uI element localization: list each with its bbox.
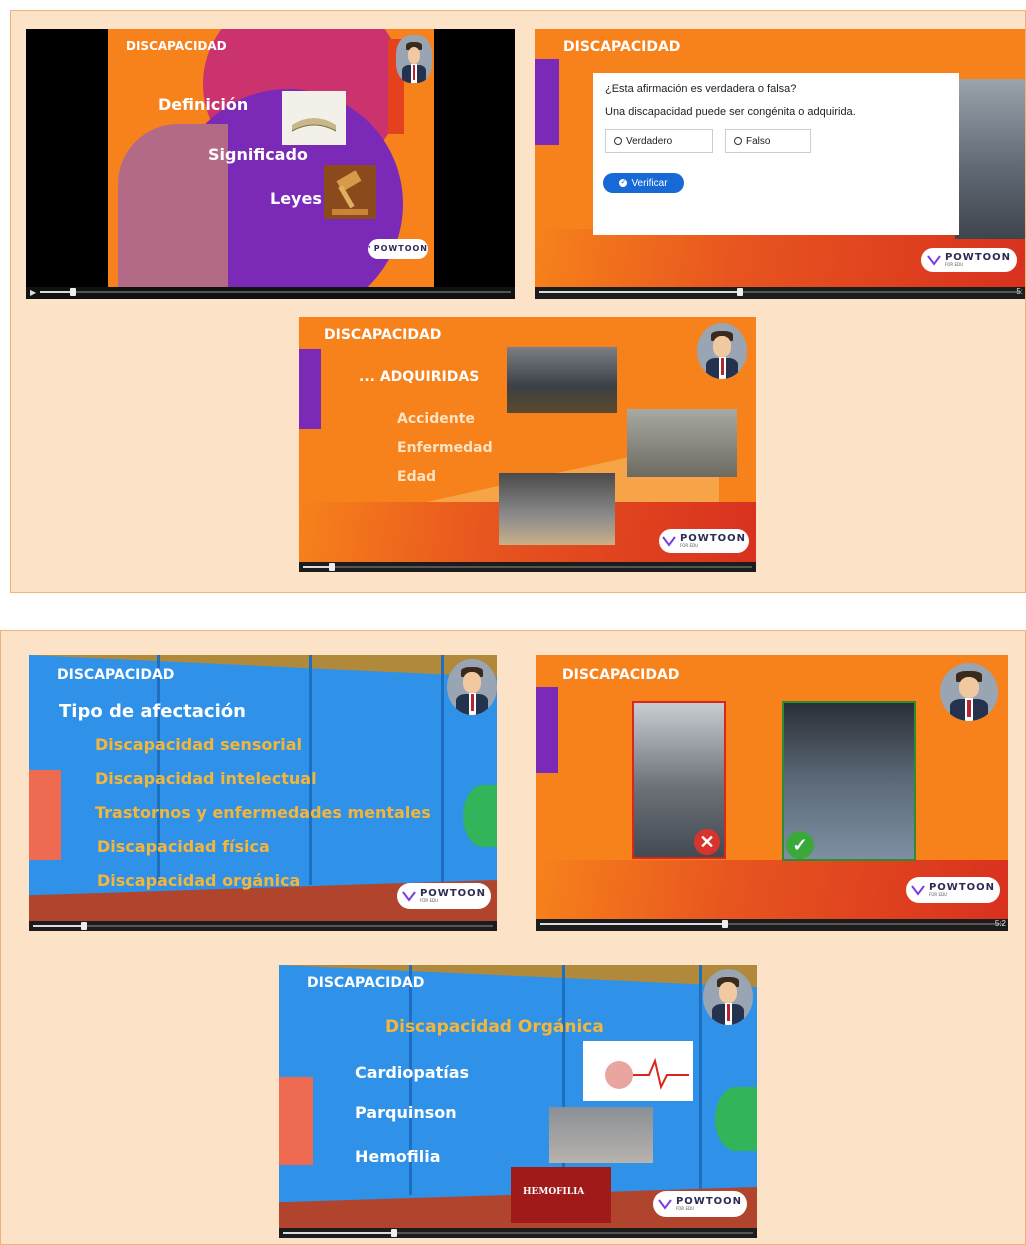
slide-title: DISCAPACIDAD <box>562 667 680 683</box>
parking-photo: ✓ <box>782 701 916 861</box>
player-controls[interactable] <box>299 562 756 572</box>
slide-estacionamiento: DISCAPACIDAD ✕ ✓ POWTOON FOR EDU 5:2 <box>536 655 1008 931</box>
presenter-avatar <box>703 969 753 1025</box>
radio-icon <box>734 137 742 145</box>
quiz-card: ¿Esta afirmación es verdadera o falsa? U… <box>593 73 959 235</box>
presenter-avatar <box>940 663 998 721</box>
slide-title: DISCAPACIDAD <box>324 327 442 343</box>
option-falso[interactable]: Falso <box>725 129 811 153</box>
check-icon: ✓ <box>786 831 814 859</box>
item-cardiopatias: Cardiopatías <box>355 1063 470 1082</box>
player-controls[interactable]: ▶ <box>26 287 515 299</box>
item-fisica: Discapacidad física <box>97 837 270 856</box>
panel-top: DISCAPACIDAD Definición Significado Leye… <box>10 10 1026 593</box>
slide-title: DISCAPACIDAD <box>57 667 175 683</box>
progress-knob[interactable] <box>722 920 728 928</box>
powtoon-logo: POWTOON FOR EDU <box>397 883 491 909</box>
powtoon-logo: POWTOON <box>368 239 428 259</box>
window-mullion <box>699 965 702 1195</box>
hands-photo <box>549 1107 653 1163</box>
hemofilia-photo: HEMOFILIA <box>511 1167 611 1223</box>
book-icon <box>282 91 346 145</box>
slide-adquiridas: DISCAPACIDAD ... ADQUIRIDAS Accidente En… <box>299 317 756 572</box>
player-controls[interactable] <box>279 1228 757 1238</box>
slide-heading: Discapacidad Orgánica <box>385 1017 604 1037</box>
slide-title: DISCAPACIDAD <box>126 39 227 53</box>
quiz-question: ¿Esta afirmación es verdadera o falsa? <box>605 83 797 95</box>
slide-organica: DISCAPACIDAD Discapacidad Orgánica Cardi… <box>279 965 757 1238</box>
gavel-icon <box>324 165 376 219</box>
option-verdadero[interactable]: Verdadero <box>605 129 713 153</box>
hospital-photo <box>627 409 737 477</box>
presenter-avatar <box>697 323 747 379</box>
item-parquinson: Parquinson <box>355 1103 457 1122</box>
slide-quiz: DISCAPACIDAD ¿Esta afirmación es verdade… <box>535 29 1025 299</box>
progress-knob[interactable] <box>70 288 76 296</box>
accident-photo <box>507 347 617 413</box>
slide-title: DISCAPACIDAD <box>307 975 425 991</box>
slide-definicion: DISCAPACIDAD Definición Significado Leye… <box>26 29 515 299</box>
item-accidente: Accidente <box>397 411 475 427</box>
quiz-statement: Una discapacidad puede ser congénita o a… <box>605 106 856 118</box>
player-controls[interactable]: 5:2 <box>536 919 1008 931</box>
slide-subtitle: Tipo de afectación <box>59 701 246 722</box>
heart-photo <box>583 1041 693 1101</box>
slide-title: DISCAPACIDAD <box>563 39 681 55</box>
progress-knob[interactable] <box>81 922 87 930</box>
verify-label: Verificar <box>631 177 668 189</box>
street-photo <box>955 79 1025 239</box>
play-icon[interactable]: ▶ <box>30 288 36 297</box>
presenter-avatar <box>396 35 432 83</box>
powtoon-logo: POWTOON FOR EDU <box>653 1191 747 1217</box>
slide-canvas: DISCAPACIDAD Definición Significado Leye… <box>108 29 434 287</box>
hemofilia-caption: HEMOFILIA <box>523 1187 585 1197</box>
powtoon-logo: POWTOON FOR EDU <box>906 877 1000 903</box>
item-sensorial: Discapacidad sensorial <box>95 735 302 754</box>
time-readout: 5:2 <box>994 919 1006 928</box>
shape-purple-bar <box>535 59 559 145</box>
shape-purple-bar <box>299 349 321 429</box>
radio-icon <box>614 137 622 145</box>
presenter-avatar <box>447 659 497 715</box>
item-leyes: Leyes <box>270 189 322 208</box>
item-definicion: Definición <box>158 95 249 114</box>
item-trastornos: Trastornos y enfermedades mentales <box>95 803 431 822</box>
option-label: Falso <box>746 135 771 147</box>
slide-heading: ... ADQUIRIDAS <box>359 369 480 385</box>
cross-icon: ✕ <box>694 829 720 855</box>
powtoon-logo: POWTOON FOR EDU <box>659 529 749 553</box>
progress-knob[interactable] <box>737 288 743 296</box>
time-readout: 5: <box>1016 287 1023 296</box>
plant <box>715 1087 757 1151</box>
item-enfermedad: Enfermedad <box>397 440 493 456</box>
item-edad: Edad <box>397 469 437 485</box>
panel-bottom: DISCAPACIDAD Tipo de afectación Discapac… <box>0 630 1026 1245</box>
shape-purple-bar <box>536 687 558 773</box>
window-mullion <box>441 655 444 885</box>
powtoon-logo: POWTOON FOR EDU <box>921 248 1017 272</box>
elderly-photo <box>499 473 615 545</box>
player-controls[interactable]: 5: <box>535 287 1025 299</box>
item-hemofilia: Hemofilia <box>355 1147 441 1166</box>
slide-tipo-afectacion: DISCAPACIDAD Tipo de afectación Discapac… <box>29 655 497 931</box>
progress-knob[interactable] <box>329 563 335 571</box>
check-circle-icon: ✓ <box>619 179 628 187</box>
progress-knob[interactable] <box>391 1229 397 1237</box>
verify-button[interactable]: ✓ Verificar <box>603 173 684 193</box>
item-intelectual: Discapacidad intelectual <box>95 769 317 788</box>
wall-red-block <box>279 1077 313 1165</box>
player-controls[interactable] <box>29 921 497 931</box>
wheelchair-photo: ✕ <box>632 701 726 859</box>
option-label: Verdadero <box>626 135 673 147</box>
plant <box>463 785 497 847</box>
item-significado: Significado <box>208 145 308 164</box>
wall-red-block <box>29 770 61 860</box>
item-organica: Discapacidad orgánica <box>97 871 301 890</box>
